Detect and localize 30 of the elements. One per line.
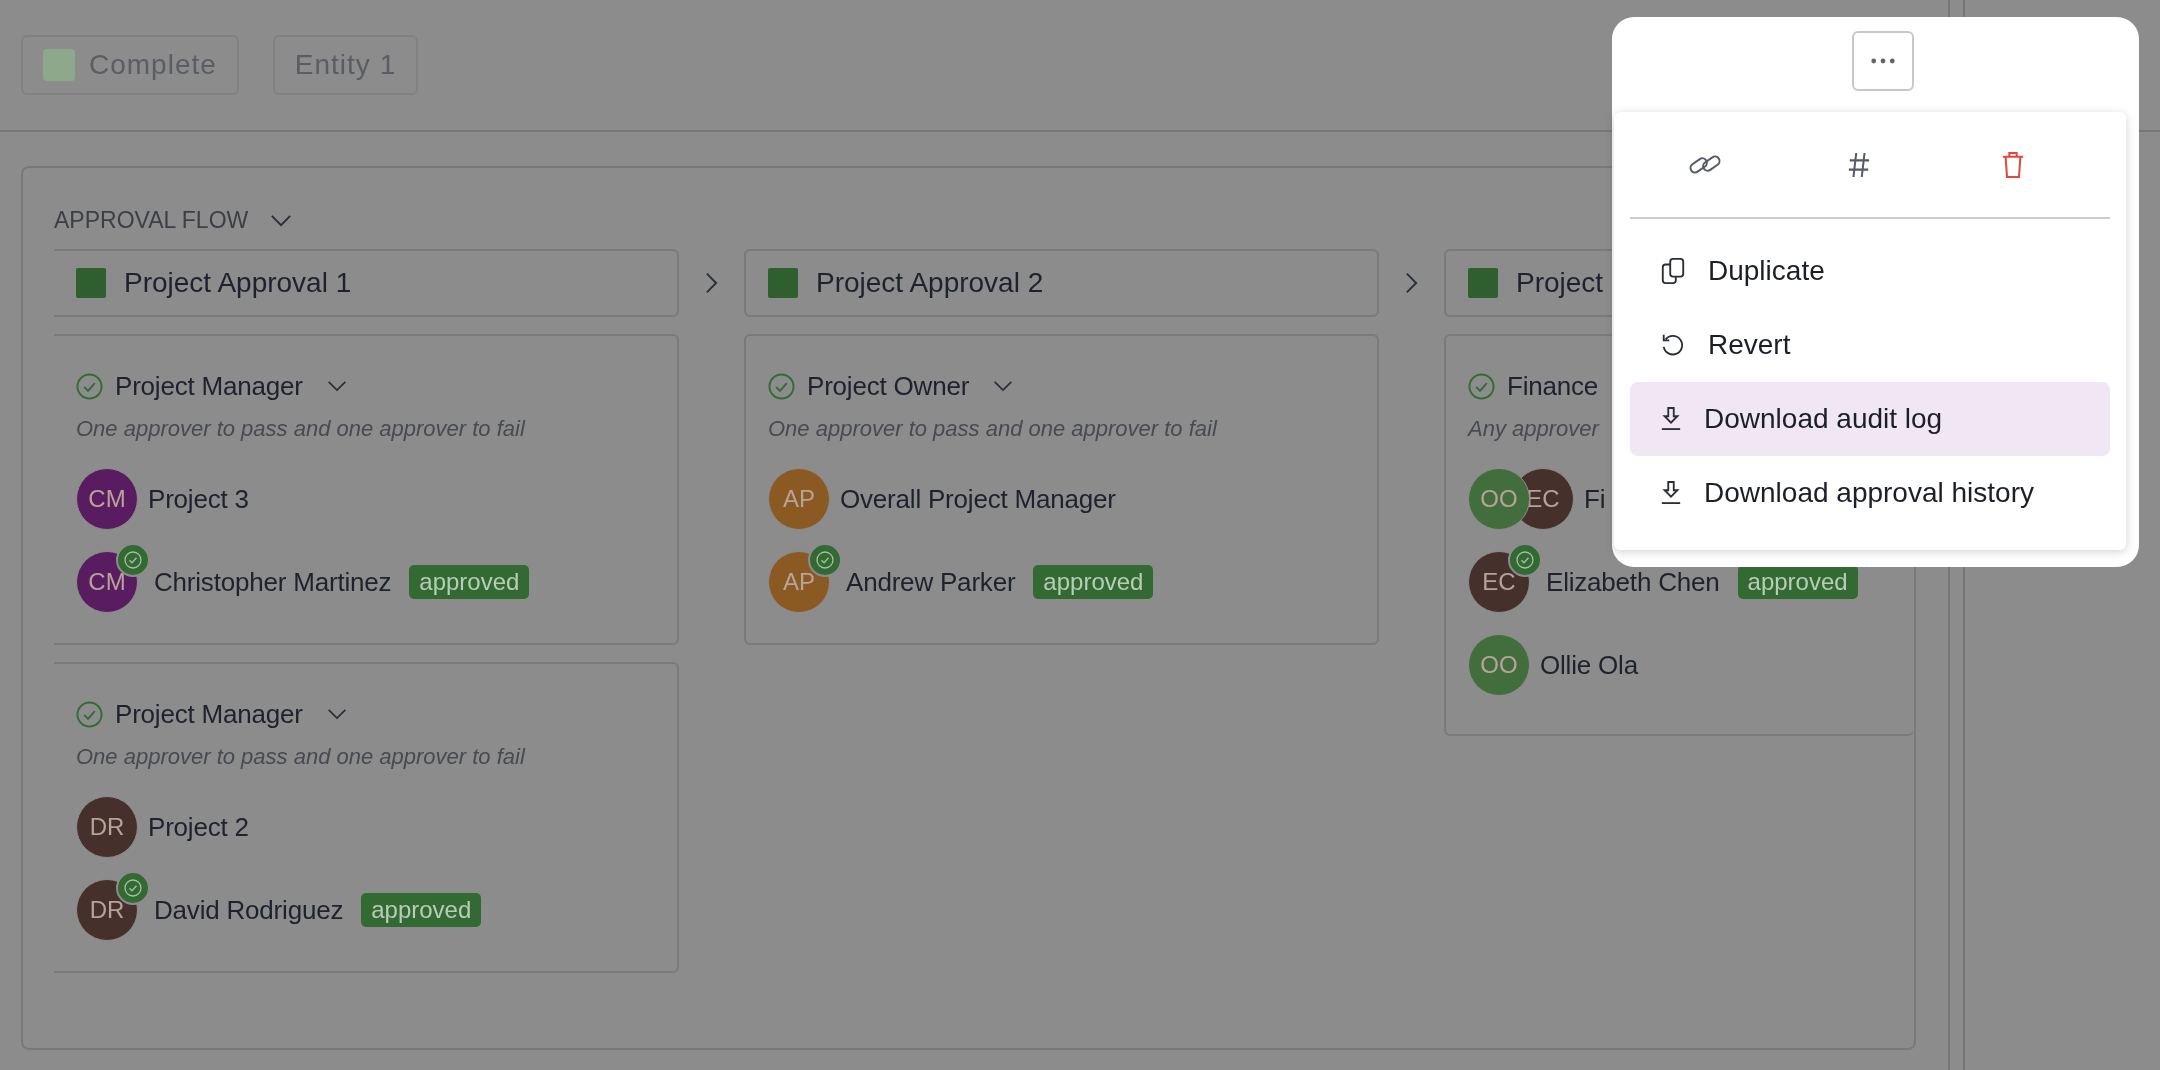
avatar: DR [76, 796, 138, 858]
status-badge: approved [1737, 565, 1858, 599]
avatar: AP [768, 468, 830, 530]
approver-name: Andrew Parker [846, 566, 1016, 598]
stage-title: Project Approval 1 [124, 267, 352, 299]
avatar: OO [1468, 634, 1530, 696]
section-title: APPROVAL FLOW [54, 206, 249, 234]
rule-text: One approver to pass and one approver to fail [768, 416, 1217, 442]
approver-name: Christopher Martinez [154, 566, 392, 598]
approver-name: Elizabeth Chen [1546, 566, 1720, 598]
status-badge: approved [1033, 565, 1154, 599]
approver-name: Ollie Ola [1540, 649, 1638, 681]
role-title: Project Manager [115, 370, 303, 402]
stage-title: Project Approval 2 [816, 267, 1044, 299]
avatar: OO [1468, 468, 1530, 530]
approver-name: Fi [1584, 483, 1606, 515]
approver-name: Overall Project Manager [840, 483, 1116, 515]
role-title: Finance [1507, 370, 1599, 402]
avatar: CM [76, 468, 138, 530]
approver-name: Project 3 [148, 483, 249, 515]
approver-name: David Rodriguez [154, 894, 344, 926]
rule-text: One approver to pass and one approver to fail [76, 744, 525, 770]
stage-title: Project [1516, 267, 1604, 299]
role-title: Project Manager [115, 698, 303, 730]
status-badge: approved [409, 565, 530, 599]
rule-text: Any approver [1468, 416, 1599, 442]
status-badge: approved [361, 893, 482, 927]
rule-text: One approver to pass and one approver to fail [76, 416, 525, 442]
approver-name: Project 2 [148, 811, 249, 843]
role-title: Project Owner [807, 370, 970, 402]
